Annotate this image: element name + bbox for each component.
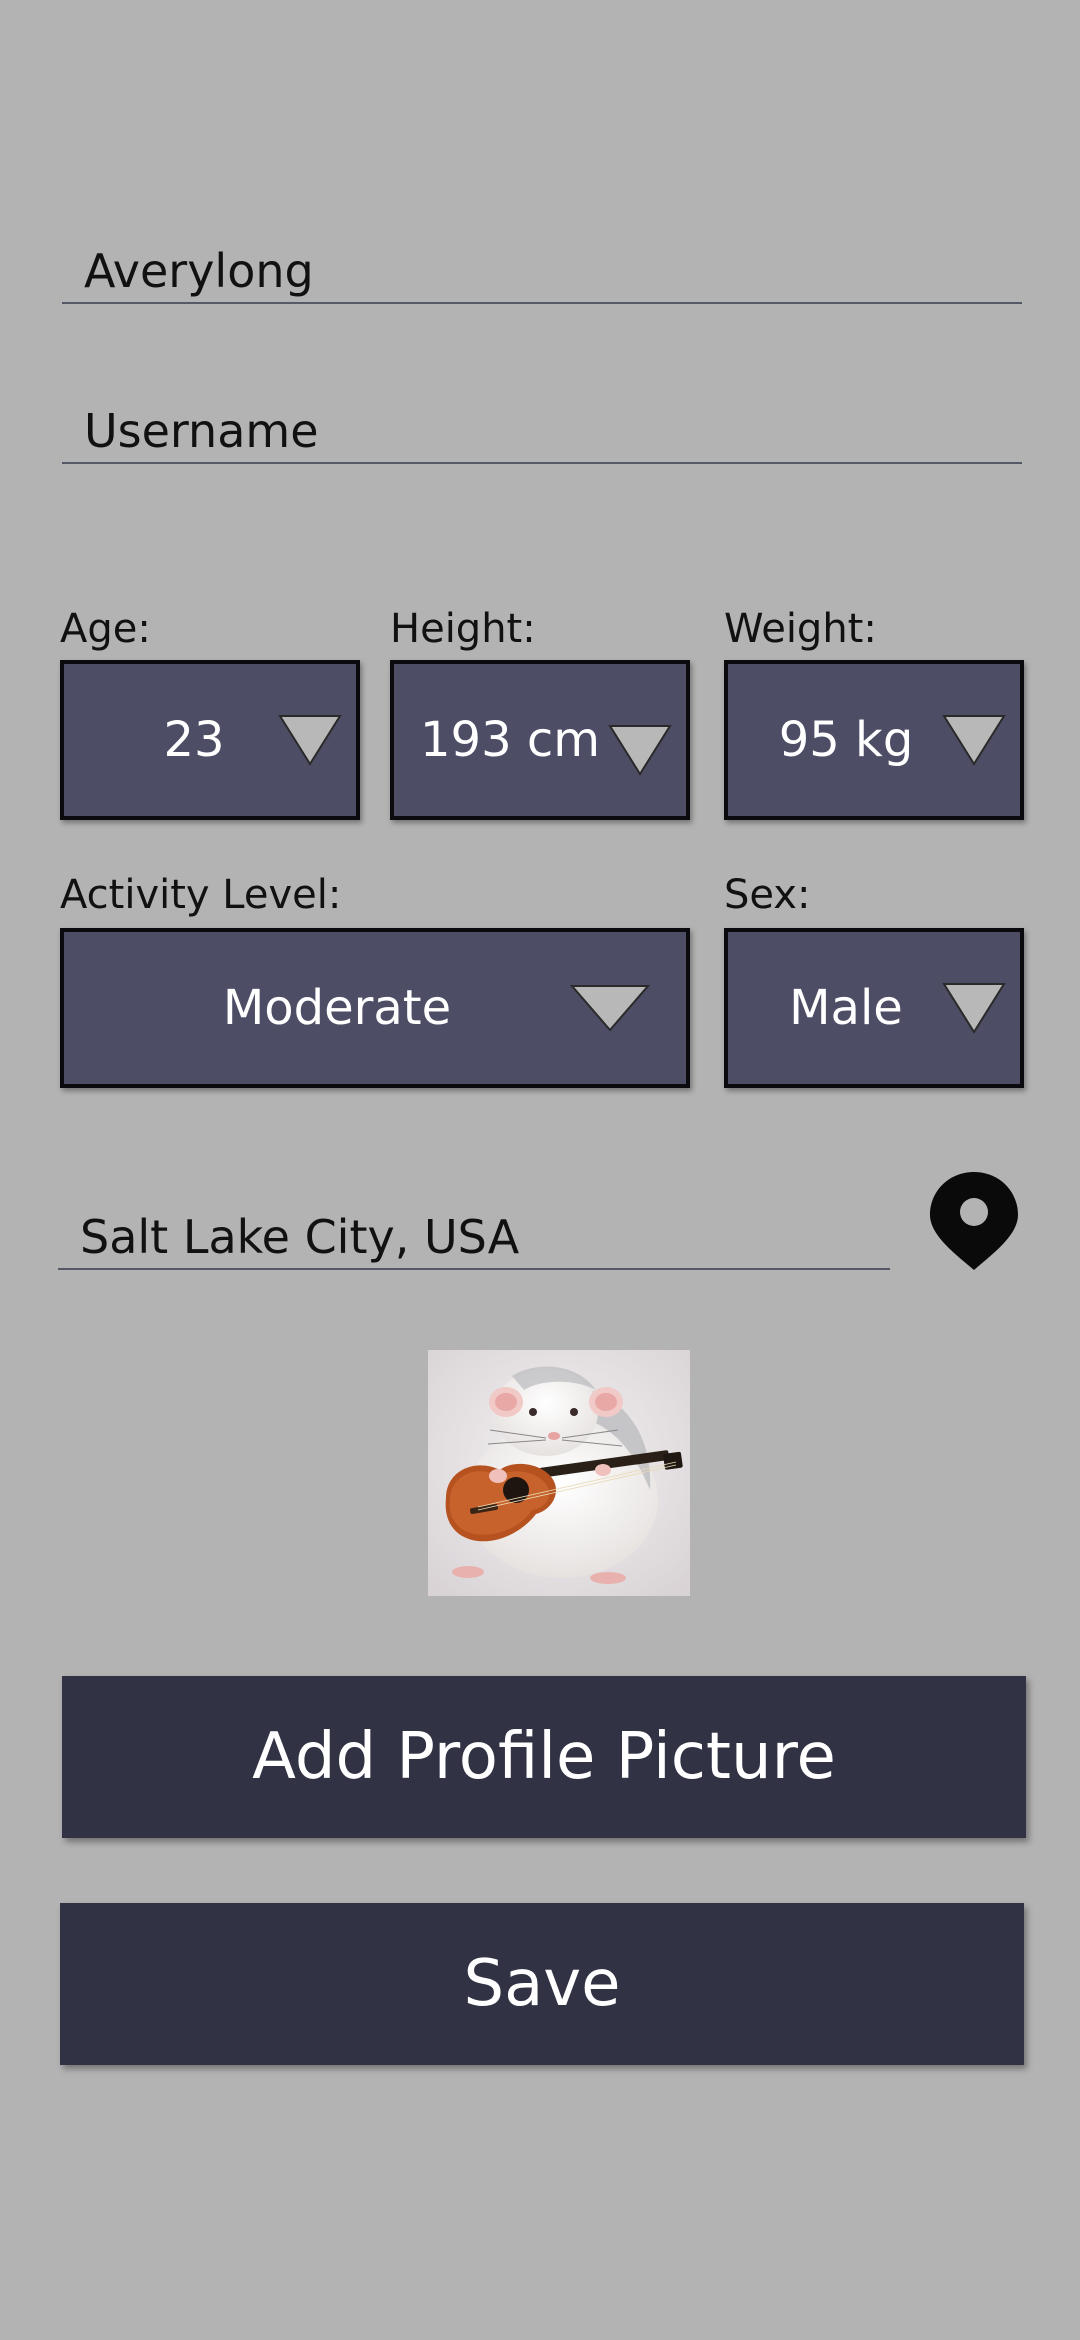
weight-value: 95 kg (778, 712, 914, 768)
sex-value: Male (789, 980, 903, 1036)
sex-label: Sex: (724, 872, 811, 918)
location-input[interactable] (80, 1210, 880, 1264)
height-select[interactable]: 193 cm (390, 660, 690, 820)
location-field-container (58, 1196, 890, 1270)
chevron-down-icon (608, 725, 672, 776)
chevron-down-icon (278, 715, 342, 766)
weight-select[interactable]: 95 kg (724, 660, 1024, 820)
username-input[interactable] (84, 404, 1012, 458)
chevron-down-icon (942, 715, 1006, 766)
chevron-down-icon (942, 983, 1006, 1034)
username-field-container (62, 390, 1022, 464)
map-pin-icon[interactable] (928, 1170, 1020, 1272)
add-profile-picture-button[interactable]: Add Profile Picture (62, 1676, 1026, 1838)
height-label: Height: (390, 606, 536, 652)
activity-level-label: Activity Level: (60, 872, 342, 918)
save-button[interactable]: Save (60, 1903, 1024, 2065)
age-label: Age: (60, 606, 151, 652)
name-input[interactable] (84, 244, 1012, 298)
profile-picture (428, 1350, 690, 1596)
activity-level-select[interactable]: Moderate (60, 928, 690, 1088)
sex-select[interactable]: Male (724, 928, 1024, 1088)
activity-level-value: Moderate (222, 980, 452, 1036)
age-select[interactable]: 23 (60, 660, 360, 820)
name-field-container (62, 230, 1022, 304)
rat-with-guitar-image (428, 1350, 690, 1596)
weight-label: Weight: (724, 606, 877, 652)
height-value: 193 cm (420, 712, 601, 768)
chevron-down-icon (570, 985, 650, 1032)
